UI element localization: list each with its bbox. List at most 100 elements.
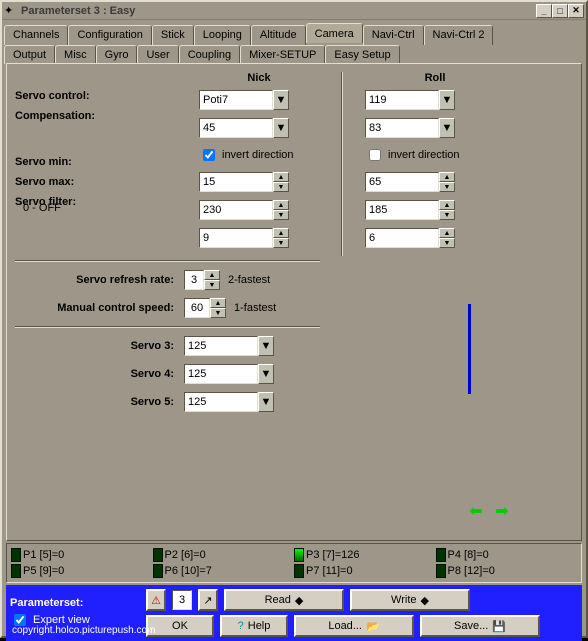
spin-down-icon[interactable]: ▼ <box>210 308 226 318</box>
set-num-spin[interactable] <box>172 590 192 610</box>
spin-up-icon[interactable]: ▲ <box>273 200 289 210</box>
pstat-p8: P8 [12]=0 <box>436 564 578 578</box>
read-button[interactable]: Read◆ <box>224 589 344 611</box>
refresh-rate-spin[interactable]: ▲▼ <box>184 270 220 290</box>
tab-looping[interactable]: Looping <box>194 25 251 45</box>
nav-arrows: ⬅ ➡ <box>467 502 511 520</box>
nick-servo-max-spin[interactable]: ▲▼ <box>199 200 299 220</box>
ok-button[interactable]: OK <box>146 615 214 637</box>
roll-servo-max-input[interactable] <box>365 200 439 220</box>
roll-servo-filter-input[interactable] <box>365 228 439 248</box>
roll-servo-min-input[interactable] <box>365 172 439 192</box>
nick-servo-control-input[interactable] <box>199 90 273 110</box>
nick-servo-filter-spin[interactable]: ▲▼ <box>199 228 299 248</box>
spin-down-icon[interactable]: ▼ <box>439 210 455 220</box>
tab-gyro[interactable]: Gyro <box>96 45 138 64</box>
minimize-button[interactable]: _ <box>536 4 552 18</box>
dropdown-icon[interactable]: ▼ <box>273 118 289 138</box>
pstat-p4: P4 [8]=0 <box>436 548 578 562</box>
paramset-label: Parameterset: <box>10 597 140 609</box>
set-num-input[interactable] <box>172 590 192 610</box>
nick-servo-min-input[interactable] <box>199 172 273 192</box>
roll-servo-control-input[interactable] <box>365 90 439 110</box>
tab-easy-setup[interactable]: Easy Setup <box>325 45 399 64</box>
help-button[interactable]: ?Help <box>220 615 288 637</box>
labels-column: Servo control: Compensation: Servo min: … <box>15 72 185 256</box>
folder-icon: 📂 <box>366 620 380 633</box>
label-refresh-rate: Servo refresh rate: <box>15 274 180 286</box>
nick-servo-min-spin[interactable]: ▲▼ <box>199 172 299 192</box>
dropdown-icon[interactable]: ▼ <box>273 90 289 110</box>
spin-up-icon[interactable]: ▲ <box>439 172 455 182</box>
tab-misc[interactable]: Misc <box>55 45 96 64</box>
nick-invert-checkbox[interactable] <box>203 149 215 161</box>
manual-speed-input[interactable] <box>184 298 210 318</box>
load-button[interactable]: Load...📂 <box>294 615 414 637</box>
roll-servo-control-combo[interactable]: ▼ <box>365 90 465 110</box>
app-icon: ✦ <box>4 4 18 18</box>
toggle-icon: ↗ <box>203 594 212 607</box>
refresh-rate-input[interactable] <box>184 270 204 290</box>
spin-up-icon[interactable]: ▲ <box>273 172 289 182</box>
servo3-input[interactable] <box>184 336 258 356</box>
dropdown-icon[interactable]: ▼ <box>439 118 455 138</box>
nick-servo-filter-input[interactable] <box>199 228 273 248</box>
roll-servo-max-spin[interactable]: ▲▼ <box>365 200 465 220</box>
divider-2 <box>15 326 320 328</box>
spin-down-icon[interactable]: ▼ <box>439 238 455 248</box>
roll-invert-checkbox[interactable] <box>369 149 381 161</box>
tab-navi-ctrl[interactable]: Navi-Ctrl <box>363 25 424 45</box>
arrow-left-icon[interactable]: ⬅ <box>467 502 485 520</box>
dropdown-icon[interactable]: ▼ <box>439 90 455 110</box>
spin-up-icon[interactable]: ▲ <box>204 270 220 280</box>
servo4-input[interactable] <box>184 364 258 384</box>
spin-up-icon[interactable]: ▲ <box>439 200 455 210</box>
spin-down-icon[interactable]: ▼ <box>273 210 289 220</box>
dropdown-icon[interactable]: ▼ <box>258 336 274 356</box>
servo4-combo[interactable]: ▼ <box>184 364 284 384</box>
maximize-button[interactable]: □ <box>552 4 568 18</box>
warning-button[interactable]: ⚠ <box>146 589 166 611</box>
roll-compensation-input[interactable] <box>365 118 439 138</box>
tab-navi-ctrl-2[interactable]: Navi-Ctrl 2 <box>424 25 494 45</box>
roll-servo-filter-spin[interactable]: ▲▼ <box>365 228 465 248</box>
tab-output[interactable]: Output <box>4 45 55 64</box>
servo5-input[interactable] <box>184 392 258 412</box>
app-window: ✦ Parameterset 3 : Easy _ □ ✕ Channels C… <box>0 0 588 638</box>
tab-mixer-setup[interactable]: Mixer-SETUP <box>240 45 325 64</box>
spin-down-icon[interactable]: ▼ <box>273 182 289 192</box>
tab-coupling[interactable]: Coupling <box>179 45 240 64</box>
dropdown-icon[interactable]: ▼ <box>258 392 274 412</box>
nick-compensation-input[interactable] <box>199 118 273 138</box>
tab-altitude[interactable]: Altitude <box>251 25 306 45</box>
spin-up-icon[interactable]: ▲ <box>439 228 455 238</box>
manual-speed-spin[interactable]: ▲▼ <box>184 298 226 318</box>
nick-servo-control-combo[interactable]: ▼ <box>199 90 299 110</box>
tab-user[interactable]: User <box>137 45 178 64</box>
nick-servo-max-input[interactable] <box>199 200 273 220</box>
arrow-right-icon[interactable]: ➡ <box>493 502 511 520</box>
spin-up-icon[interactable]: ▲ <box>210 298 226 308</box>
toggle-button[interactable]: ↗ <box>198 589 218 611</box>
roll-servo-min-spin[interactable]: ▲▼ <box>365 172 465 192</box>
tab-camera[interactable]: Camera <box>306 23 363 43</box>
spin-down-icon[interactable]: ▼ <box>439 182 455 192</box>
close-button[interactable]: ✕ <box>568 4 584 18</box>
nick-compensation-combo[interactable]: ▼ <box>199 118 299 138</box>
spin-up-icon[interactable]: ▲ <box>273 228 289 238</box>
spin-down-icon[interactable]: ▼ <box>273 238 289 248</box>
manual-hint: 1-fastest <box>234 302 276 314</box>
dropdown-icon[interactable]: ▼ <box>258 364 274 384</box>
write-button[interactable]: Write◆ <box>350 589 470 611</box>
spin-down-icon[interactable]: ▼ <box>204 280 220 290</box>
help-icon: ? <box>238 620 244 632</box>
tab-channels[interactable]: Channels <box>4 25 68 45</box>
window-buttons: _ □ ✕ <box>536 4 584 18</box>
tab-stick[interactable]: Stick <box>152 25 194 45</box>
servo3-combo[interactable]: ▼ <box>184 336 284 356</box>
roll-compensation-combo[interactable]: ▼ <box>365 118 465 138</box>
tab-configuration[interactable]: Configuration <box>68 25 151 45</box>
servo5-combo[interactable]: ▼ <box>184 392 284 412</box>
tab-panel-camera: Servo control: Compensation: Servo min: … <box>6 63 582 541</box>
save-button[interactable]: Save...💾 <box>420 615 540 637</box>
